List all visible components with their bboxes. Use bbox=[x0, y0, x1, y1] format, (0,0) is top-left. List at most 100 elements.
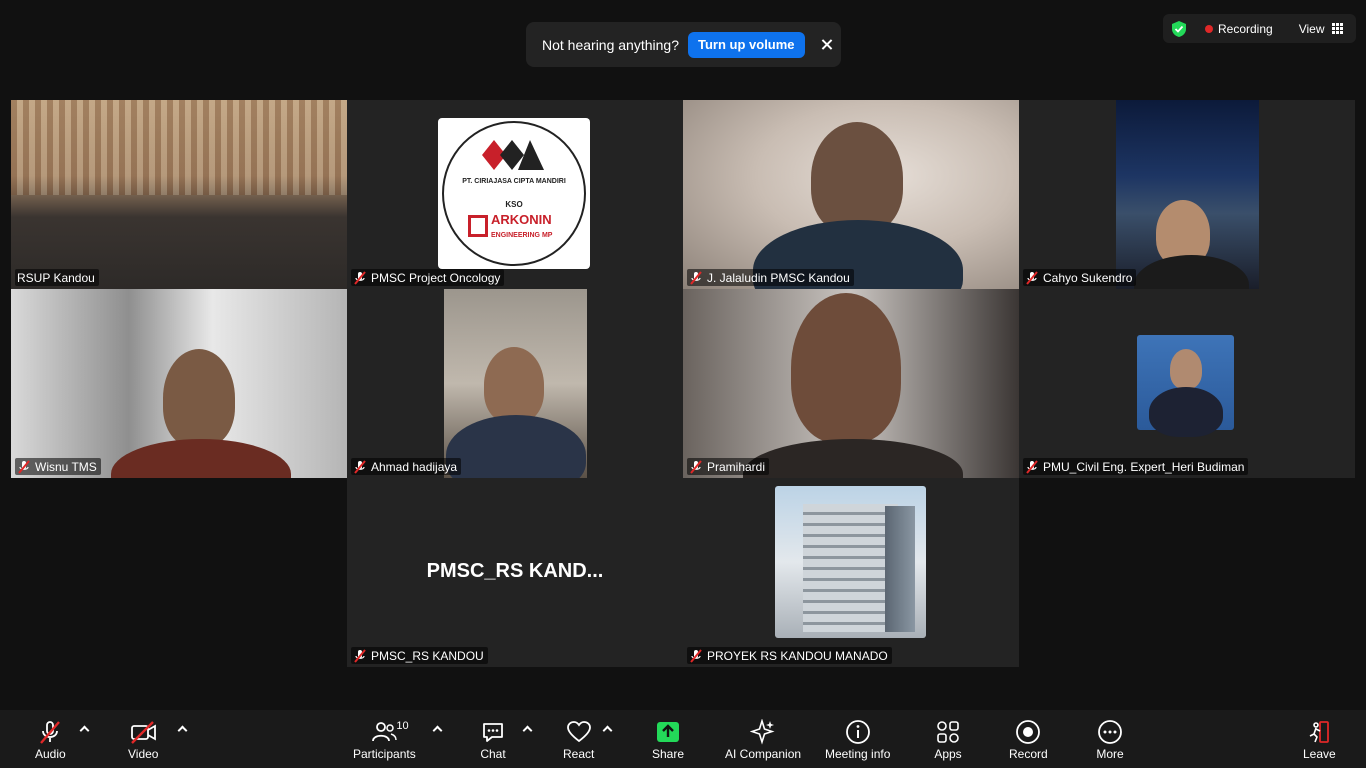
share-screen-icon bbox=[657, 722, 680, 742]
record-icon bbox=[1016, 720, 1041, 744]
chat-button[interactable]: Chat bbox=[478, 718, 508, 761]
leave-button[interactable]: Leave bbox=[1303, 718, 1336, 761]
video-tile-heri-budiman[interactable]: PMU_Civil Eng. Expert_Heri Budiman bbox=[1019, 289, 1355, 478]
participant-video bbox=[683, 289, 1019, 478]
recording-label[interactable]: Recording bbox=[1218, 22, 1273, 36]
participant-name: Cahyo Sukendro bbox=[1043, 270, 1133, 285]
video-muted-icon bbox=[131, 721, 157, 744]
view-label: View bbox=[1298, 21, 1325, 36]
participant-label: Wisnu TMS bbox=[15, 458, 101, 475]
participant-label: PMU_Civil Eng. Expert_Heri Budiman bbox=[1023, 458, 1249, 475]
meeting-room-video bbox=[11, 100, 347, 289]
share-button[interactable]: Share bbox=[652, 718, 684, 761]
participant-label: Ahmad hadijaya bbox=[351, 458, 462, 475]
participant-name: PMSC Project Oncology bbox=[371, 270, 501, 285]
mic-muted-icon bbox=[690, 270, 702, 285]
view-button[interactable]: View bbox=[1299, 22, 1343, 36]
mic-muted-icon bbox=[1026, 459, 1038, 474]
meeting-info-label: Meeting info bbox=[825, 747, 891, 761]
record-label: Record bbox=[1009, 747, 1048, 761]
video-tile-cahyo-sukendro[interactable]: Cahyo Sukendro bbox=[1019, 100, 1355, 289]
participants-button[interactable]: 10 Participants bbox=[353, 718, 416, 761]
participant-name: J. Jalaludin PMSC Kandou bbox=[707, 270, 850, 285]
more-button[interactable]: More bbox=[1095, 718, 1125, 761]
mic-muted-icon bbox=[354, 270, 366, 285]
participant-label: PROYEK RS KANDOU MANADO bbox=[687, 647, 892, 664]
audio-label: Audio bbox=[35, 747, 66, 761]
video-tile-proyek-rs-kandou-manado[interactable]: PROYEK RS KANDOU MANADO bbox=[683, 478, 1019, 667]
participant-video bbox=[444, 289, 587, 478]
mic-muted-icon bbox=[1026, 270, 1038, 285]
participants-options-chevron-icon[interactable] bbox=[432, 724, 442, 734]
participants-label: Participants bbox=[353, 747, 416, 761]
shield-check-icon[interactable] bbox=[1171, 20, 1187, 38]
heart-icon bbox=[566, 721, 591, 743]
logo-company-name: PT. CIRIAJASA CIPTA MANDIRI bbox=[462, 178, 566, 185]
ai-companion-button[interactable]: AI Companion bbox=[725, 718, 801, 761]
more-icon bbox=[1098, 720, 1122, 744]
audio-options-chevron-icon[interactable] bbox=[79, 724, 89, 734]
participant-label: Pramihardi bbox=[687, 458, 770, 475]
volume-notification: Not hearing anything? Turn up volume bbox=[526, 22, 841, 67]
audio-button[interactable]: Audio bbox=[35, 718, 66, 761]
react-options-chevron-icon[interactable] bbox=[602, 724, 612, 734]
recording-dot-icon bbox=[1205, 24, 1213, 33]
more-label: More bbox=[1096, 747, 1124, 761]
share-label: Share bbox=[652, 747, 685, 761]
react-button[interactable]: React bbox=[563, 718, 594, 761]
ai-companion-label: AI Companion bbox=[725, 747, 802, 761]
video-button[interactable]: Video bbox=[128, 718, 158, 761]
chat-options-chevron-icon[interactable] bbox=[522, 724, 532, 734]
leave-icon bbox=[1309, 721, 1330, 743]
record-button[interactable]: Record bbox=[1009, 718, 1048, 761]
participant-label: RSUP Kandou bbox=[15, 269, 99, 286]
close-icon[interactable] bbox=[819, 37, 825, 53]
mic-muted-icon bbox=[354, 459, 366, 474]
participant-name: Pramihardi bbox=[707, 459, 766, 474]
sparkle-icon bbox=[750, 719, 775, 745]
logo-brand: ARKONIN ENGINEERING MP bbox=[468, 213, 558, 239]
building-photo bbox=[775, 486, 926, 638]
apps-button[interactable]: Apps bbox=[933, 718, 963, 761]
meeting-info-button[interactable]: Meeting info bbox=[825, 718, 890, 761]
participant-name: PROYEK RS KANDOU MANADO bbox=[707, 648, 888, 663]
grid-icon bbox=[1331, 23, 1343, 34]
video-tile-wisnu-tms[interactable]: Wisnu TMS bbox=[11, 289, 347, 478]
participant-video bbox=[11, 289, 347, 478]
mic-muted-icon bbox=[18, 459, 30, 474]
meeting-toolbar: Audio Video 10 Participants Chat React S… bbox=[0, 710, 1366, 768]
notification-message: Not hearing anything? bbox=[542, 36, 679, 53]
mic-muted-icon bbox=[690, 459, 702, 474]
participant-label: J. Jalaludin PMSC Kandou bbox=[687, 269, 854, 286]
participant-count: 10 bbox=[396, 720, 409, 732]
video-options-chevron-icon[interactable] bbox=[177, 724, 187, 734]
mic-muted-icon bbox=[40, 721, 61, 744]
participants-icon bbox=[372, 722, 398, 742]
logo-brand-text: ARKONIN ENGINEERING MP bbox=[491, 212, 553, 239]
participant-video bbox=[683, 100, 1019, 289]
mic-muted-icon bbox=[690, 648, 702, 663]
video-tile-pmsc-project-oncology[interactable]: PT. CIRIAJASA CIPTA MANDIRI KSO ARKONIN E… bbox=[347, 100, 683, 289]
video-tile-pramihardi[interactable]: Pramihardi bbox=[683, 289, 1019, 478]
apps-label: Apps bbox=[934, 747, 962, 761]
apps-icon bbox=[937, 721, 959, 743]
video-label: Video bbox=[128, 747, 159, 761]
video-tile-rsup-kandou[interactable]: RSUP Kandou bbox=[11, 100, 347, 289]
arkonin-mark-icon bbox=[468, 215, 488, 237]
video-tile-pmsc-rs-kandou[interactable]: PMSC_RS KAND... PMSC_RS KANDOU bbox=[347, 478, 683, 667]
participant-label: Cahyo Sukendro bbox=[1023, 269, 1137, 286]
turn-up-volume-button[interactable]: Turn up volume bbox=[688, 31, 805, 58]
company-logo: PT. CIRIAJASA CIPTA MANDIRI KSO ARKONIN E… bbox=[438, 118, 590, 269]
participant-display-name: PMSC_RS KAND... bbox=[426, 560, 604, 582]
info-icon bbox=[845, 720, 870, 744]
video-tile-ahmad-hadijaya[interactable]: Ahmad hadijaya bbox=[347, 289, 683, 478]
chat-icon bbox=[483, 723, 503, 742]
video-tile-j-jalaludin[interactable]: J. Jalaludin PMSC Kandou bbox=[683, 100, 1019, 289]
leave-label: Leave bbox=[1303, 747, 1336, 761]
logo-kso: KSO bbox=[505, 200, 523, 209]
ccm-logo-icon bbox=[482, 140, 544, 170]
participant-video bbox=[1116, 100, 1259, 289]
participant-name: Wisnu TMS bbox=[35, 459, 97, 474]
react-label: React bbox=[563, 747, 595, 761]
participant-name: RSUP Kandou bbox=[17, 270, 95, 285]
